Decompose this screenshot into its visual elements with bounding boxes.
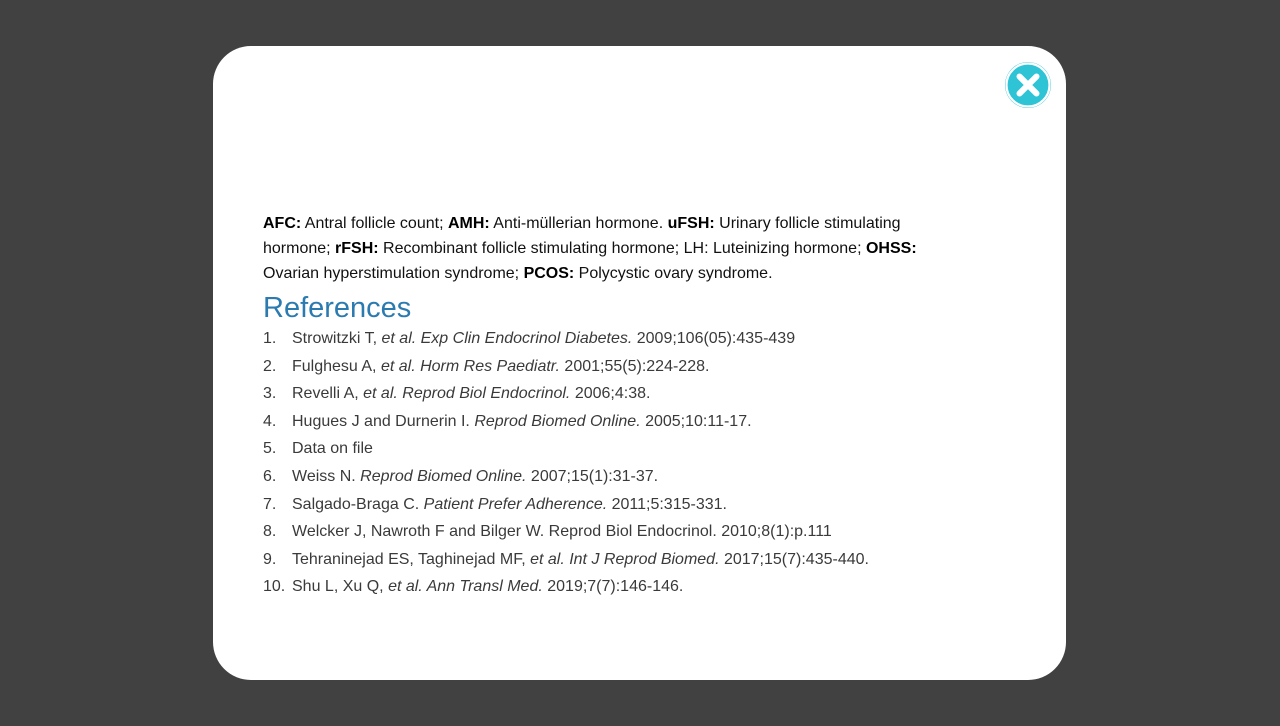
reference-item-9: 9. Tehraninejad ES, Taghinejad MF, et al.… xyxy=(263,546,963,574)
reference-text: Tehraninejad ES, Taghinejad MF, xyxy=(292,550,531,568)
reference-journal: et al. Reprod Biol Endocrinol. xyxy=(363,385,571,403)
abbrev-term-amh: AMH: xyxy=(447,215,490,232)
reference-number: 5. xyxy=(263,440,277,458)
reference-item-6: 6. Weiss N. Reprod Biomed Online. 2007;15… xyxy=(263,463,963,491)
reference-journal: et al. Horm Res Paediatr. xyxy=(380,357,560,375)
abbrev-def-rfsh: Recombinant follicle stimulating hormone… xyxy=(378,240,866,257)
reference-item-1: 1. Strowitzki T, et al. Exp Clin Endocrin… xyxy=(263,325,963,353)
reference-text: Welcker J, Nawroth F and Bilger W. Repro… xyxy=(292,523,832,541)
reference-text: Shu L, Xu Q, xyxy=(292,578,389,596)
reference-number: 2. xyxy=(263,357,277,375)
references-title: References xyxy=(263,292,412,324)
reference-journal: et al. Ann Transl Med. xyxy=(388,578,543,596)
abbrev-def-afc: Antral follicle count; xyxy=(301,215,448,232)
reference-journal: Patient Prefer Adherence. xyxy=(423,495,608,513)
reference-details: 2007;15(1):31-37. xyxy=(526,467,659,485)
abbrev-term-afc: AFC: xyxy=(263,215,302,232)
reference-number: 6. xyxy=(263,467,277,485)
reference-text: Strowitzki T, xyxy=(292,330,382,347)
reference-text: Weiss N. xyxy=(292,467,361,485)
reference-details: 2011;5:315-331. xyxy=(607,495,727,513)
reference-journal: et al. Int J Reprod Biomed. xyxy=(530,550,720,568)
reference-item-7: 7. Salgado-Braga C. Patient Prefer Adhere… xyxy=(263,491,963,519)
reference-text: Hugues J and Durnerin I. xyxy=(292,412,475,430)
abbrev-term-rfsh: rFSH: xyxy=(335,240,379,257)
reference-item-3: 3. Revelli A, et al. Reprod Biol Endocrin… xyxy=(263,380,963,408)
reference-number: 10. xyxy=(263,578,286,596)
close-icon[interactable] xyxy=(1005,62,1051,108)
reference-number: 1. xyxy=(263,330,277,347)
abbrev-term-ohss: OHSS: xyxy=(865,240,917,257)
reference-journal: Reprod Biomed Online. xyxy=(360,467,527,485)
abbrev-term-ufsh: uFSH: xyxy=(667,215,715,232)
abbrev-def-amh: Anti-müllerian hormone. xyxy=(489,215,668,232)
reference-details: 2017;15(7):435-440. xyxy=(719,550,869,568)
reference-details: 2006;4:38. xyxy=(570,385,651,403)
abbreviations-text: AFC: Antral follicle count; AMH: Anti-mü… xyxy=(263,211,963,286)
reference-item-4: 4. Hugues J and Durnerin I. Reprod Biomed… xyxy=(263,408,963,436)
reference-item-10: 10. Shu L, Xu Q, et al. Ann Transl Med. 2… xyxy=(263,573,963,601)
reference-text: Revelli A, xyxy=(292,385,364,403)
reference-journal: Reprod Biomed Online. xyxy=(474,412,641,430)
reference-journal: et al. Exp Clin Endocrinol Diabetes. xyxy=(381,330,633,347)
reference-text: Salgado-Braga C. xyxy=(292,495,424,513)
reference-number: 3. xyxy=(263,385,277,403)
abbrev-def-ohss: Ovarian hyperstimulation syndrome; xyxy=(263,265,524,282)
reference-details: 2009;106(05):435-439 xyxy=(632,330,796,347)
reference-number: 9. xyxy=(263,550,277,568)
reference-text: Data on file xyxy=(292,440,373,458)
reference-item-2: 2. Fulghesu A, et al. Horm Res Paediatr. … xyxy=(263,353,963,381)
close-button[interactable] xyxy=(1005,62,1051,108)
reference-item-8: 8. Welcker J, Nawroth F and Bilger W. Rep… xyxy=(263,518,963,546)
reference-details: 2005;10:11-17. xyxy=(640,412,752,430)
references-list: 1. Strowitzki T, et al. Exp Clin Endocrin… xyxy=(263,325,963,601)
abbrev-term-pcos: PCOS: xyxy=(523,265,575,282)
reference-item-5: 5. Data on file xyxy=(263,435,963,463)
modal-content: AFC: Antral follicle count; AMH: Anti-mü… xyxy=(263,211,963,601)
references-modal: AFC: Antral follicle count; AMH: Anti-mü… xyxy=(213,46,1066,680)
reference-number: 8. xyxy=(263,523,277,541)
reference-details: 2001;55(5):224-228. xyxy=(559,357,710,375)
reference-text: Fulghesu A, xyxy=(292,357,381,375)
reference-number: 7. xyxy=(263,495,277,513)
reference-details: 2019;7(7):146-146. xyxy=(542,578,684,596)
abbrev-def-pcos: Polycystic ovary syndrome. xyxy=(574,265,773,282)
reference-number: 4. xyxy=(263,412,277,430)
